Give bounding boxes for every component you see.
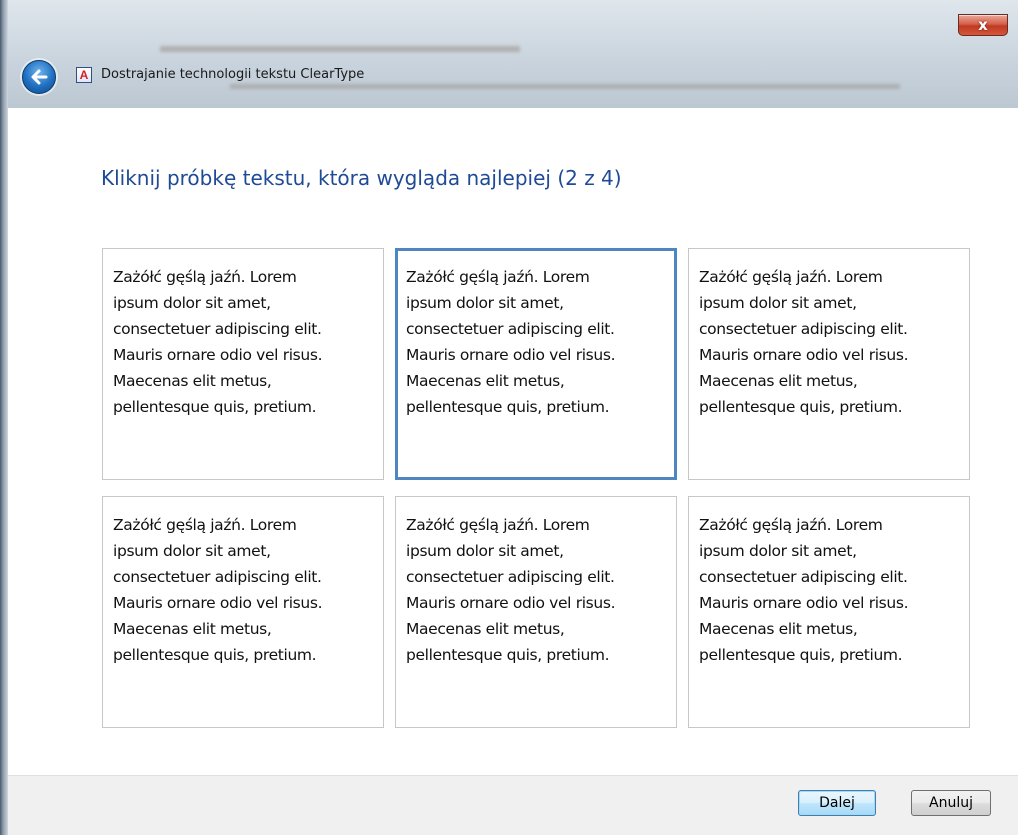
sample-line: Maecenas elit metus, xyxy=(406,620,565,638)
close-icon: x xyxy=(978,16,988,34)
sample-line: consectetuer adipiscing elit. xyxy=(406,320,615,338)
sample-line: Mauris ornare odio vel risus. xyxy=(699,346,909,364)
sample-line: consectetuer adipiscing elit. xyxy=(406,568,615,586)
sample-line: ipsum dolor sit amet, xyxy=(113,294,271,312)
sample-line: Maecenas elit metus, xyxy=(406,372,565,390)
sample-line: Maecenas elit metus, xyxy=(113,372,272,390)
sample-line: ipsum dolor sit amet, xyxy=(113,542,271,560)
text-sample-4[interactable]: Zażółć gęślą jaźń. Lorem ipsum dolor sit… xyxy=(102,496,384,728)
page-heading: Kliknij próbkę tekstu, która wygląda naj… xyxy=(101,166,622,190)
sample-line: Maecenas elit metus, xyxy=(699,620,858,638)
sample-line: Mauris ornare odio vel risus. xyxy=(113,594,323,612)
sample-line: consectetuer adipiscing elit. xyxy=(699,568,908,586)
wizard-footer: Dalej Anuluj xyxy=(8,775,1018,835)
sample-line: Mauris ornare odio vel risus. xyxy=(406,594,616,612)
text-sample-5[interactable]: Zażółć gęślą jaźń. Lorem ipsum dolor sit… xyxy=(395,496,677,728)
text-sample-2[interactable]: Zażółć gęślą jaźń. Lorem ipsum dolor sit… xyxy=(395,248,677,480)
sample-line: Maecenas elit metus, xyxy=(699,372,858,390)
sample-line: Zażółć gęślą jaźń. Lorem xyxy=(699,268,883,286)
sample-line: ipsum dolor sit amet, xyxy=(699,294,857,312)
sample-line: Mauris ornare odio vel risus. xyxy=(406,346,616,364)
sample-line: consectetuer adipiscing elit. xyxy=(699,320,908,338)
sample-line: ipsum dolor sit amet, xyxy=(406,542,564,560)
back-arrow-icon xyxy=(31,69,48,85)
sample-line: Zażółć gęślą jaźń. Lorem xyxy=(406,516,590,534)
text-sample-3[interactable]: Zażółć gęślą jaźń. Lorem ipsum dolor sit… xyxy=(688,248,970,480)
sample-line: ipsum dolor sit amet, xyxy=(406,294,564,312)
cancel-button[interactable]: Anuluj xyxy=(911,790,991,816)
cleartype-app-icon: A xyxy=(76,67,92,83)
sample-line: Mauris ornare odio vel risus. xyxy=(113,346,323,364)
sample-line: consectetuer adipiscing elit. xyxy=(113,568,322,586)
sample-line: pellentesque quis, pretium. xyxy=(113,398,317,416)
close-button[interactable]: x xyxy=(958,14,1008,36)
sample-line: ipsum dolor sit amet, xyxy=(699,542,857,560)
sample-line: pellentesque quis, pretium. xyxy=(113,646,317,664)
back-button[interactable] xyxy=(22,60,56,94)
sample-line: Zażółć gęślą jaźń. Lorem xyxy=(699,516,883,534)
sample-line: Zażółć gęślą jaźń. Lorem xyxy=(113,268,297,286)
window-title: Dostrajanie technologii tekstu ClearType xyxy=(101,67,365,82)
sample-line: Zażółć gęślą jaźń. Lorem xyxy=(406,268,590,286)
sample-line: Mauris ornare odio vel risus. xyxy=(699,594,909,612)
sample-line: pellentesque quis, pretium. xyxy=(699,398,903,416)
wizard-content: Kliknij próbkę tekstu, która wygląda naj… xyxy=(8,108,1018,775)
next-button[interactable]: Dalej xyxy=(798,790,876,816)
sample-line: Zażółć gęślą jaźń. Lorem xyxy=(113,516,297,534)
sample-line: pellentesque quis, pretium. xyxy=(699,646,903,664)
sample-line: pellentesque quis, pretium. xyxy=(406,646,610,664)
sample-line: Maecenas elit metus, xyxy=(113,620,272,638)
sample-line: consectetuer adipiscing elit. xyxy=(113,320,322,338)
text-sample-1[interactable]: Zażółć gęślą jaźń. Lorem ipsum dolor sit… xyxy=(102,248,384,480)
text-sample-6[interactable]: Zażółć gęślą jaźń. Lorem ipsum dolor sit… xyxy=(688,496,970,728)
sample-line: pellentesque quis, pretium. xyxy=(406,398,610,416)
